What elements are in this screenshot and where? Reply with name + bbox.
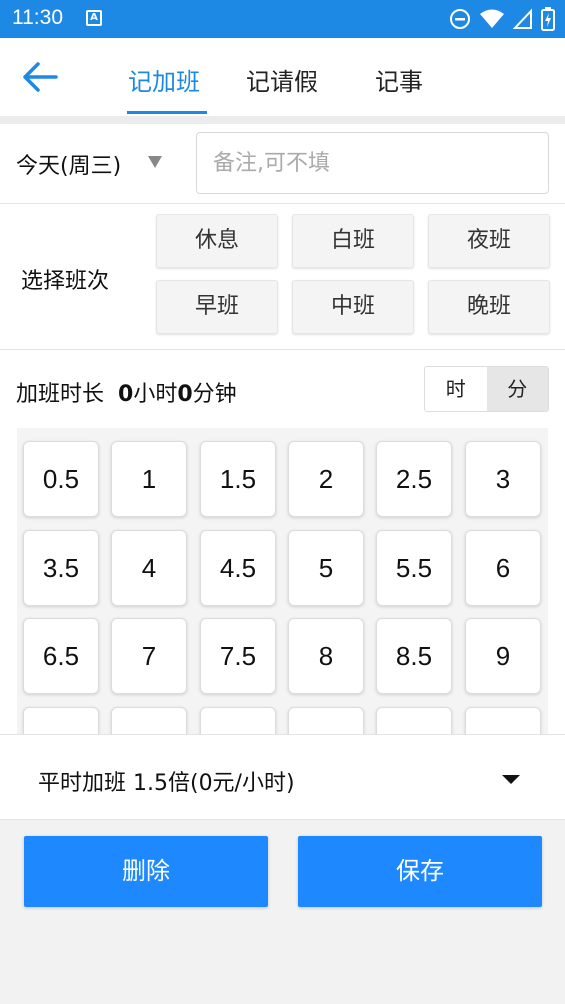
shift-label: 选择班次 [21, 269, 110, 294]
hours-unit: 小时 [133, 382, 178, 407]
rate-label: 平时加班 1.5倍(0元/小时) [38, 771, 295, 796]
tab-leave[interactable]: 记请假 [246, 62, 318, 97]
back-arrow-icon[interactable] [22, 60, 58, 94]
hour-button[interactable]: 8 [288, 618, 364, 694]
shift-option-rest[interactable]: 休息 [156, 214, 278, 268]
hour-button-grid[interactable]: 0.511.522.533.544.555.566.577.588.599.51… [17, 428, 548, 734]
hour-button[interactable]: 2.5 [376, 441, 452, 517]
hour-button[interactable]: 4 [111, 530, 187, 606]
rate-selector[interactable]: 平时加班 1.5倍(0元/小时) [0, 734, 565, 820]
nav-divider [0, 116, 565, 124]
shift-option-early[interactable]: 早班 [156, 280, 278, 334]
hour-button[interactable]: 3 [465, 441, 541, 517]
hour-button[interactable]: 11 [288, 707, 364, 734]
tab-overtime[interactable]: 记加班 [128, 62, 200, 97]
duration-summary: 加班时长 0小时0分钟 [16, 376, 237, 408]
wifi-icon [480, 9, 504, 28]
hour-button[interactable]: 0.5 [23, 441, 99, 517]
battery-icon [541, 7, 555, 31]
caret-down-icon[interactable] [148, 156, 162, 168]
note-input[interactable] [196, 132, 549, 194]
hour-button[interactable]: 7 [111, 618, 187, 694]
hour-button[interactable]: 12 [465, 707, 541, 734]
hour-button[interactable]: 7.5 [200, 618, 276, 694]
save-button[interactable]: 保存 [298, 836, 542, 907]
shift-row: 选择班次 休息 白班 夜班 早班 中班 晚班 [0, 204, 565, 350]
status-time: 11:30 [12, 6, 63, 29]
status-icons [449, 7, 555, 31]
notification-icon: A [86, 10, 102, 26]
hour-button[interactable]: 9.5 [23, 707, 99, 734]
shift-option-evening[interactable]: 晚班 [428, 280, 550, 334]
hour-button[interactable]: 2 [288, 441, 364, 517]
hour-button[interactable]: 5 [288, 530, 364, 606]
hour-button[interactable]: 6.5 [23, 618, 99, 694]
hour-button[interactable]: 3.5 [23, 530, 99, 606]
top-nav: 记加班 记请假 记事 [0, 38, 565, 116]
hour-button[interactable]: 1 [111, 441, 187, 517]
do-not-disturb-icon [450, 9, 470, 29]
signal-icon [513, 8, 532, 29]
status-bar: 11:30 A [0, 0, 565, 38]
tab-note[interactable]: 记事 [375, 62, 423, 97]
duration-minutes: 0 [177, 382, 193, 407]
hour-button[interactable]: 5.5 [376, 530, 452, 606]
duration-label: 加班时长 [16, 382, 105, 407]
dropdown-caret-icon[interactable] [502, 775, 520, 784]
delete-button[interactable]: 删除 [24, 836, 268, 907]
active-tab-indicator [127, 111, 207, 114]
shift-option-night[interactable]: 夜班 [428, 214, 550, 268]
minutes-unit: 分钟 [192, 382, 237, 407]
date-row: 今天(周三) [0, 124, 565, 204]
unit-option-hour[interactable]: 时 [425, 367, 487, 411]
hour-button[interactable]: 1.5 [200, 441, 276, 517]
hour-button[interactable]: 10.5 [200, 707, 276, 734]
hour-button[interactable]: 4.5 [200, 530, 276, 606]
shift-option-middle[interactable]: 中班 [292, 280, 414, 334]
hour-button[interactable]: 6 [465, 530, 541, 606]
shift-option-day[interactable]: 白班 [292, 214, 414, 268]
hour-button[interactable]: 10 [111, 707, 187, 734]
hour-button[interactable]: 11.5 [376, 707, 452, 734]
duration-hours: 0 [118, 382, 134, 407]
unit-option-minute[interactable]: 分 [486, 367, 548, 411]
hour-button[interactable]: 8.5 [376, 618, 452, 694]
hour-button[interactable]: 9 [465, 618, 541, 694]
unit-toggle: 时 分 [424, 366, 549, 412]
date-selector[interactable]: 今天(周三) [16, 148, 121, 180]
duration-section: 加班时长 0小时0分钟 时 分 0.5 1 1.5 2 2.5 3 3.5 4 4.5 5 5.5 6… [0, 350, 565, 734]
